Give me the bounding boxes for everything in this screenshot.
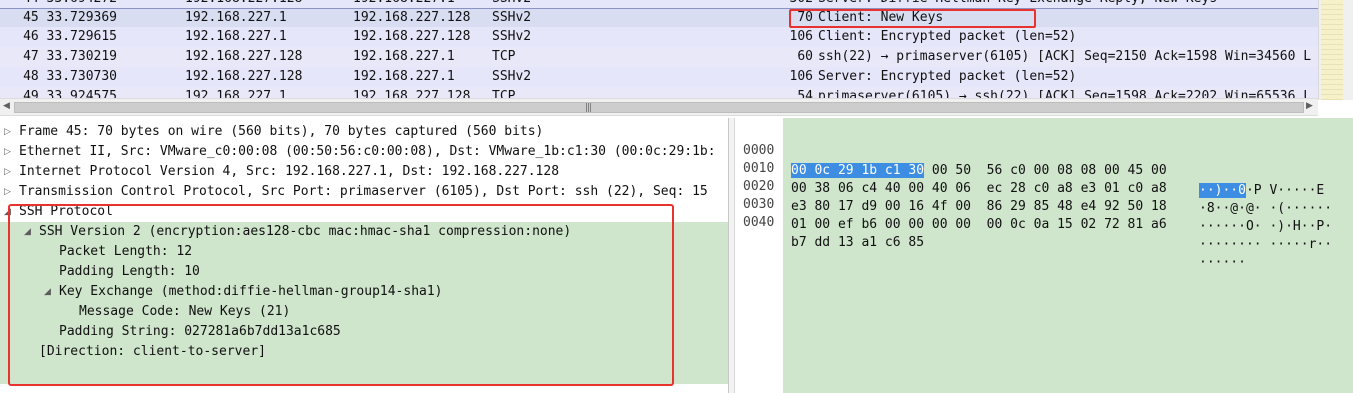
bytes-row[interactable]: 0040 b7 dd 13 a1 c6 85 ······ bbox=[735, 193, 1246, 270]
bytes-row[interactable]: 0030 01 00 ef b6 00 00 00 00 00 0c 0a 15… bbox=[735, 175, 1332, 252]
arrow-right-icon[interactable]: ▶ bbox=[1306, 101, 1313, 111]
packet-source: 192.168.227.128 bbox=[185, 49, 303, 64]
packet-row[interactable]: 47 33.730219 192.168.227.128 192.168.227… bbox=[0, 47, 1318, 67]
tree-item-label: Frame 45: 70 bytes on wire (560 bits), 7… bbox=[19, 124, 544, 139]
packet-details-pane[interactable]: ▷ Frame 45: 70 bytes on wire (560 bits),… bbox=[0, 118, 729, 393]
packet-number: 45 33.729369 bbox=[23, 10, 117, 25]
bytes-row[interactable]: 0020 e3 80 17 d9 00 16 4f 00 86 29 85 48… bbox=[735, 157, 1332, 234]
triangle-right-icon[interactable]: ▷ bbox=[4, 142, 11, 162]
ascii-bytes[interactable]: ·8··@·@· ·(······ bbox=[1199, 199, 1332, 219]
bytes-row[interactable]: 0010 00 38 06 c4 40 00 40 06 ec 28 c0 a8… bbox=[735, 139, 1332, 216]
ascii-bytes[interactable]: ······ bbox=[1199, 253, 1246, 273]
packet-source: 192.168.227.1 bbox=[185, 10, 287, 25]
packet-list-minimap-scrollbar[interactable] bbox=[1318, 0, 1353, 100]
packet-length: 106 bbox=[789, 29, 813, 44]
hex-bytes[interactable]: 00 0c 29 1b c1 30 00 50 56 c0 00 08 08 0… bbox=[791, 161, 1167, 181]
highlight-box bbox=[8, 204, 674, 386]
triangle-right-icon[interactable]: ▷ bbox=[4, 182, 11, 202]
packet-number: 48 33.730730 bbox=[23, 69, 117, 84]
packet-number: 47 33.730219 bbox=[23, 49, 117, 64]
packet-row[interactable]: 48 33.730730 192.168.227.128 192.168.227… bbox=[0, 67, 1318, 87]
tree-item-label: Transmission Control Protocol, Src Port:… bbox=[19, 184, 708, 199]
packet-info: Client: Encrypted packet (len=52) bbox=[818, 29, 1077, 44]
packet-number: 46 33.729615 bbox=[23, 29, 117, 44]
packet-bytes-pane[interactable]: 0000 00 0c 29 1b c1 30 00 50 56 c0 00 08… bbox=[735, 118, 1353, 393]
hex-bytes[interactable]: 01 00 ef b6 00 00 00 00 00 0c 0a 15 02 7… bbox=[791, 215, 1167, 235]
packet-length: 60 bbox=[797, 49, 813, 64]
hex-bytes[interactable]: 00 38 06 c4 40 00 40 06 ec 28 c0 a8 e3 0… bbox=[791, 179, 1167, 199]
triangle-right-icon[interactable]: ▷ bbox=[4, 122, 11, 142]
tree-item-frame[interactable]: ▷ Frame 45: 70 bytes on wire (560 bits),… bbox=[0, 122, 728, 142]
packet-destination: 192.168.227.1 bbox=[353, 49, 455, 64]
packet-list[interactable]: 44 33.694272 192.168.227.128 192.168.227… bbox=[0, 0, 1353, 100]
hex-bytes[interactable]: e3 80 17 d9 00 16 4f 00 86 29 85 48 e4 9… bbox=[791, 197, 1167, 217]
packet-source: 192.168.227.128 bbox=[185, 69, 303, 84]
ascii-bytes[interactable]: ··)··0·P V·····E bbox=[1199, 181, 1324, 201]
tree-item-ipv4[interactable]: ▷ Internet Protocol Version 4, Src: 192.… bbox=[0, 162, 728, 182]
packet-length: 106 bbox=[789, 69, 813, 84]
tree-item-ethernet[interactable]: ▷ Ethernet II, Src: VMware_c0:00:08 (00:… bbox=[0, 142, 728, 162]
packet-source: 192.168.227.1 bbox=[185, 29, 287, 44]
grip-icon: ||| bbox=[585, 103, 592, 113]
byte-offset: 0040 bbox=[743, 215, 775, 230]
packet-protocol: SSHv2 bbox=[492, 29, 532, 44]
hex-rest: 00 50 56 c0 00 08 08 00 45 00 bbox=[924, 163, 1167, 178]
packet-info: ssh(22) → primaserver(6105) [ACK] Seq=21… bbox=[818, 49, 1312, 64]
packet-protocol: TCP bbox=[492, 49, 516, 64]
packet-info: Server: Encrypted packet (len=52) bbox=[818, 69, 1077, 84]
packet-list-horizontal-scrollbar[interactable]: ◀ ||| ▶ bbox=[0, 98, 1318, 116]
ascii-bytes[interactable]: ········ ·····r·· bbox=[1199, 235, 1332, 255]
tree-item-tcp[interactable]: ▷ Transmission Control Protocol, Src Por… bbox=[0, 182, 728, 202]
tree-item-label: Internet Protocol Version 4, Src: 192.16… bbox=[19, 164, 560, 179]
packet-destination: 192.168.227.1 bbox=[353, 69, 455, 84]
ascii-selected[interactable]: ··)··0 bbox=[1199, 183, 1246, 198]
packet-row[interactable]: 46 33.729615 192.168.227.1 192.168.227.1… bbox=[0, 27, 1318, 47]
packet-protocol: SSHv2 bbox=[492, 10, 532, 25]
hex-selected[interactable]: 00 0c 29 1b c1 30 bbox=[791, 163, 925, 178]
ascii-rest: ·P V·····E bbox=[1245, 183, 1325, 198]
triangle-right-icon[interactable]: ▷ bbox=[4, 162, 11, 182]
arrow-left-icon[interactable]: ◀ bbox=[3, 101, 10, 111]
packet-destination: 192.168.227.128 bbox=[353, 29, 471, 44]
hex-bytes[interactable]: b7 dd 13 a1 c6 85 bbox=[791, 233, 924, 253]
bytes-row[interactable]: 0000 00 0c 29 1b c1 30 00 50 56 c0 00 08… bbox=[735, 121, 1324, 198]
ascii-bytes[interactable]: ······O· ·)·H··P· bbox=[1199, 217, 1332, 237]
packet-minimap bbox=[1321, 0, 1343, 100]
scrollbar-thumb[interactable]: ||| bbox=[14, 102, 1304, 113]
packet-row-selected[interactable]: 45 33.729369 192.168.227.1 192.168.227.1… bbox=[0, 8, 1318, 28]
highlight-box bbox=[789, 9, 1036, 28]
packet-destination: 192.168.227.128 bbox=[353, 10, 471, 25]
packet-protocol: SSHv2 bbox=[492, 69, 532, 84]
tree-item-label: Ethernet II, Src: VMware_c0:00:08 (00:50… bbox=[19, 144, 716, 159]
